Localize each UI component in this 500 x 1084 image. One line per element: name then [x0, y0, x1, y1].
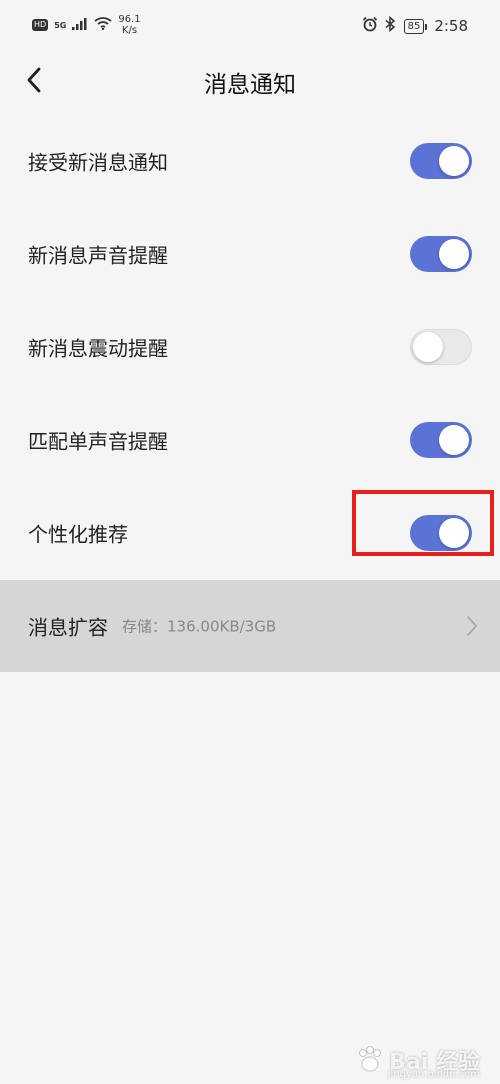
toggle-receive-notifications[interactable] — [410, 142, 472, 179]
alarm-icon — [362, 16, 378, 36]
page-title: 消息通知 — [204, 72, 296, 98]
battery-icon: 85 — [403, 18, 428, 34]
toggle-knob — [439, 424, 469, 455]
signal-icon — [72, 17, 88, 33]
battery-level: 85 — [403, 18, 428, 34]
toggle-vibrate-alert[interactable] — [410, 328, 472, 365]
storage-info: 存储：136.00KB/3GB — [122, 617, 277, 636]
setting-label: 匹配单声音提醒 — [28, 429, 168, 453]
status-right: 85 2:58 — [362, 15, 468, 36]
header: 消息通知 — [0, 48, 500, 114]
status-left: HD 5G 96.1 K/s — [32, 14, 141, 36]
clock: 2:58 — [434, 17, 468, 35]
chevron-right-icon — [467, 616, 477, 636]
settings-list: 接受新消息通知 新消息声音提醒 新消息震动提醒 匹配单声音提醒 个性化推荐 — [0, 114, 500, 579]
toggle-match-sound-alert[interactable] — [410, 421, 472, 458]
setting-row-sound-alert: 新消息声音提醒 — [0, 207, 500, 300]
speed-unit: K/s — [121, 25, 138, 36]
status-bar: HD 5G 96.1 K/s 85 2:58 — [0, 0, 500, 48]
bluetooth-icon — [384, 15, 398, 36]
paw-icon — [359, 1046, 382, 1072]
setting-row-vibrate-alert: 新消息震动提醒 — [0, 300, 500, 393]
storage-label: 消息扩容 — [28, 615, 108, 640]
setting-label: 新消息声音提醒 — [28, 243, 168, 267]
toggle-knob — [413, 331, 443, 362]
storage-expansion-row[interactable]: 消息扩容 存储：136.00KB/3GB — [0, 580, 500, 672]
toggle-knob — [439, 238, 469, 269]
toggle-personalized-recommendation[interactable] — [410, 514, 472, 551]
baidu-watermark: Bai 经验 jingyan.baidu.com — [355, 1044, 480, 1080]
toggle-sound-alert[interactable] — [410, 235, 472, 272]
setting-row-personalized-recommendation: 个性化推荐 — [0, 486, 500, 579]
setting-label: 个性化推荐 — [28, 522, 128, 546]
network-speed: 96.1 K/s — [118, 14, 140, 36]
watermark-url: jingyan.baidu.com — [387, 1069, 480, 1080]
wifi-icon — [94, 17, 112, 33]
screen: HD 5G 96.1 K/s 85 2:58 消息通知 接受新消息通知 新消息声… — [0, 0, 500, 1084]
setting-row-receive-notifications: 接受新消息通知 — [0, 114, 500, 207]
network-type: 5G — [54, 20, 67, 30]
speed-value: 96.1 — [118, 14, 141, 25]
setting-row-match-sound-alert: 匹配单声音提醒 — [0, 393, 500, 486]
toggle-knob — [439, 145, 469, 176]
hd-badge: HD — [32, 19, 49, 31]
setting-label: 新消息震动提醒 — [28, 336, 168, 360]
toggle-knob — [439, 517, 469, 548]
setting-label: 接受新消息通知 — [28, 150, 168, 174]
